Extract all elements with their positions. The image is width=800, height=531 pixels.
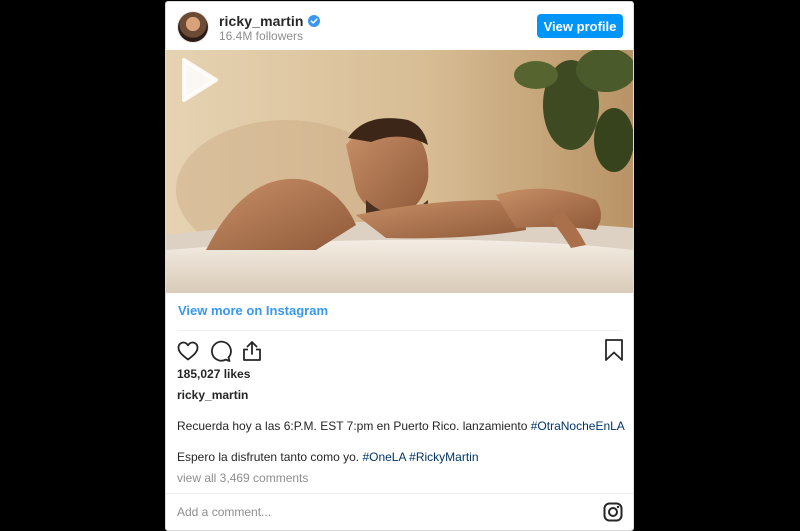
share-icon[interactable] bbox=[240, 339, 264, 363]
action-bar bbox=[176, 338, 264, 364]
view-more-link[interactable]: View more on Instagram bbox=[178, 303, 328, 318]
caption-username[interactable]: ricky_martin bbox=[177, 388, 248, 402]
instagram-logo-icon[interactable] bbox=[603, 502, 623, 522]
heart-icon[interactable] bbox=[176, 339, 200, 363]
likes-count[interactable]: 185,027 likes bbox=[177, 367, 250, 381]
play-icon[interactable] bbox=[166, 50, 226, 110]
hashtag-link[interactable]: #OneLA bbox=[362, 450, 405, 464]
username[interactable]: ricky_martin bbox=[219, 13, 303, 29]
caption-text: Espero la disfruten tanto como yo. bbox=[177, 450, 363, 464]
avatar[interactable] bbox=[178, 12, 208, 42]
caption-text: Recuerda hoy a las 6:P.M. EST 7:pm en Pu… bbox=[177, 419, 531, 433]
comment-bar bbox=[166, 493, 633, 530]
video-still bbox=[166, 50, 633, 293]
username-row: ricky_martin bbox=[219, 13, 321, 29]
instagram-embed-card: ricky_martin 16.4M followers View profil… bbox=[165, 1, 634, 531]
followers-count: 16.4M followers bbox=[219, 29, 304, 43]
view-profile-button[interactable]: View profile bbox=[537, 14, 623, 38]
comment-icon[interactable] bbox=[208, 339, 232, 363]
verified-badge-icon bbox=[308, 15, 321, 27]
caption-line-1: Recuerda hoy a las 6:P.M. EST 7:pm en Pu… bbox=[177, 419, 625, 433]
divider bbox=[178, 330, 621, 331]
hashtag-link[interactable]: #OtraNocheEnLA bbox=[531, 419, 625, 433]
post-header: ricky_martin 16.4M followers View profil… bbox=[166, 2, 633, 50]
hashtag-link[interactable]: #RickyMartin bbox=[409, 450, 478, 464]
comment-input[interactable] bbox=[177, 502, 557, 522]
view-comments-link[interactable]: view all 3,469 comments bbox=[177, 471, 308, 485]
post-video[interactable] bbox=[166, 50, 633, 293]
caption-line-2: Espero la disfruten tanto como yo. #OneL… bbox=[177, 450, 479, 464]
bookmark-icon[interactable] bbox=[603, 338, 625, 362]
